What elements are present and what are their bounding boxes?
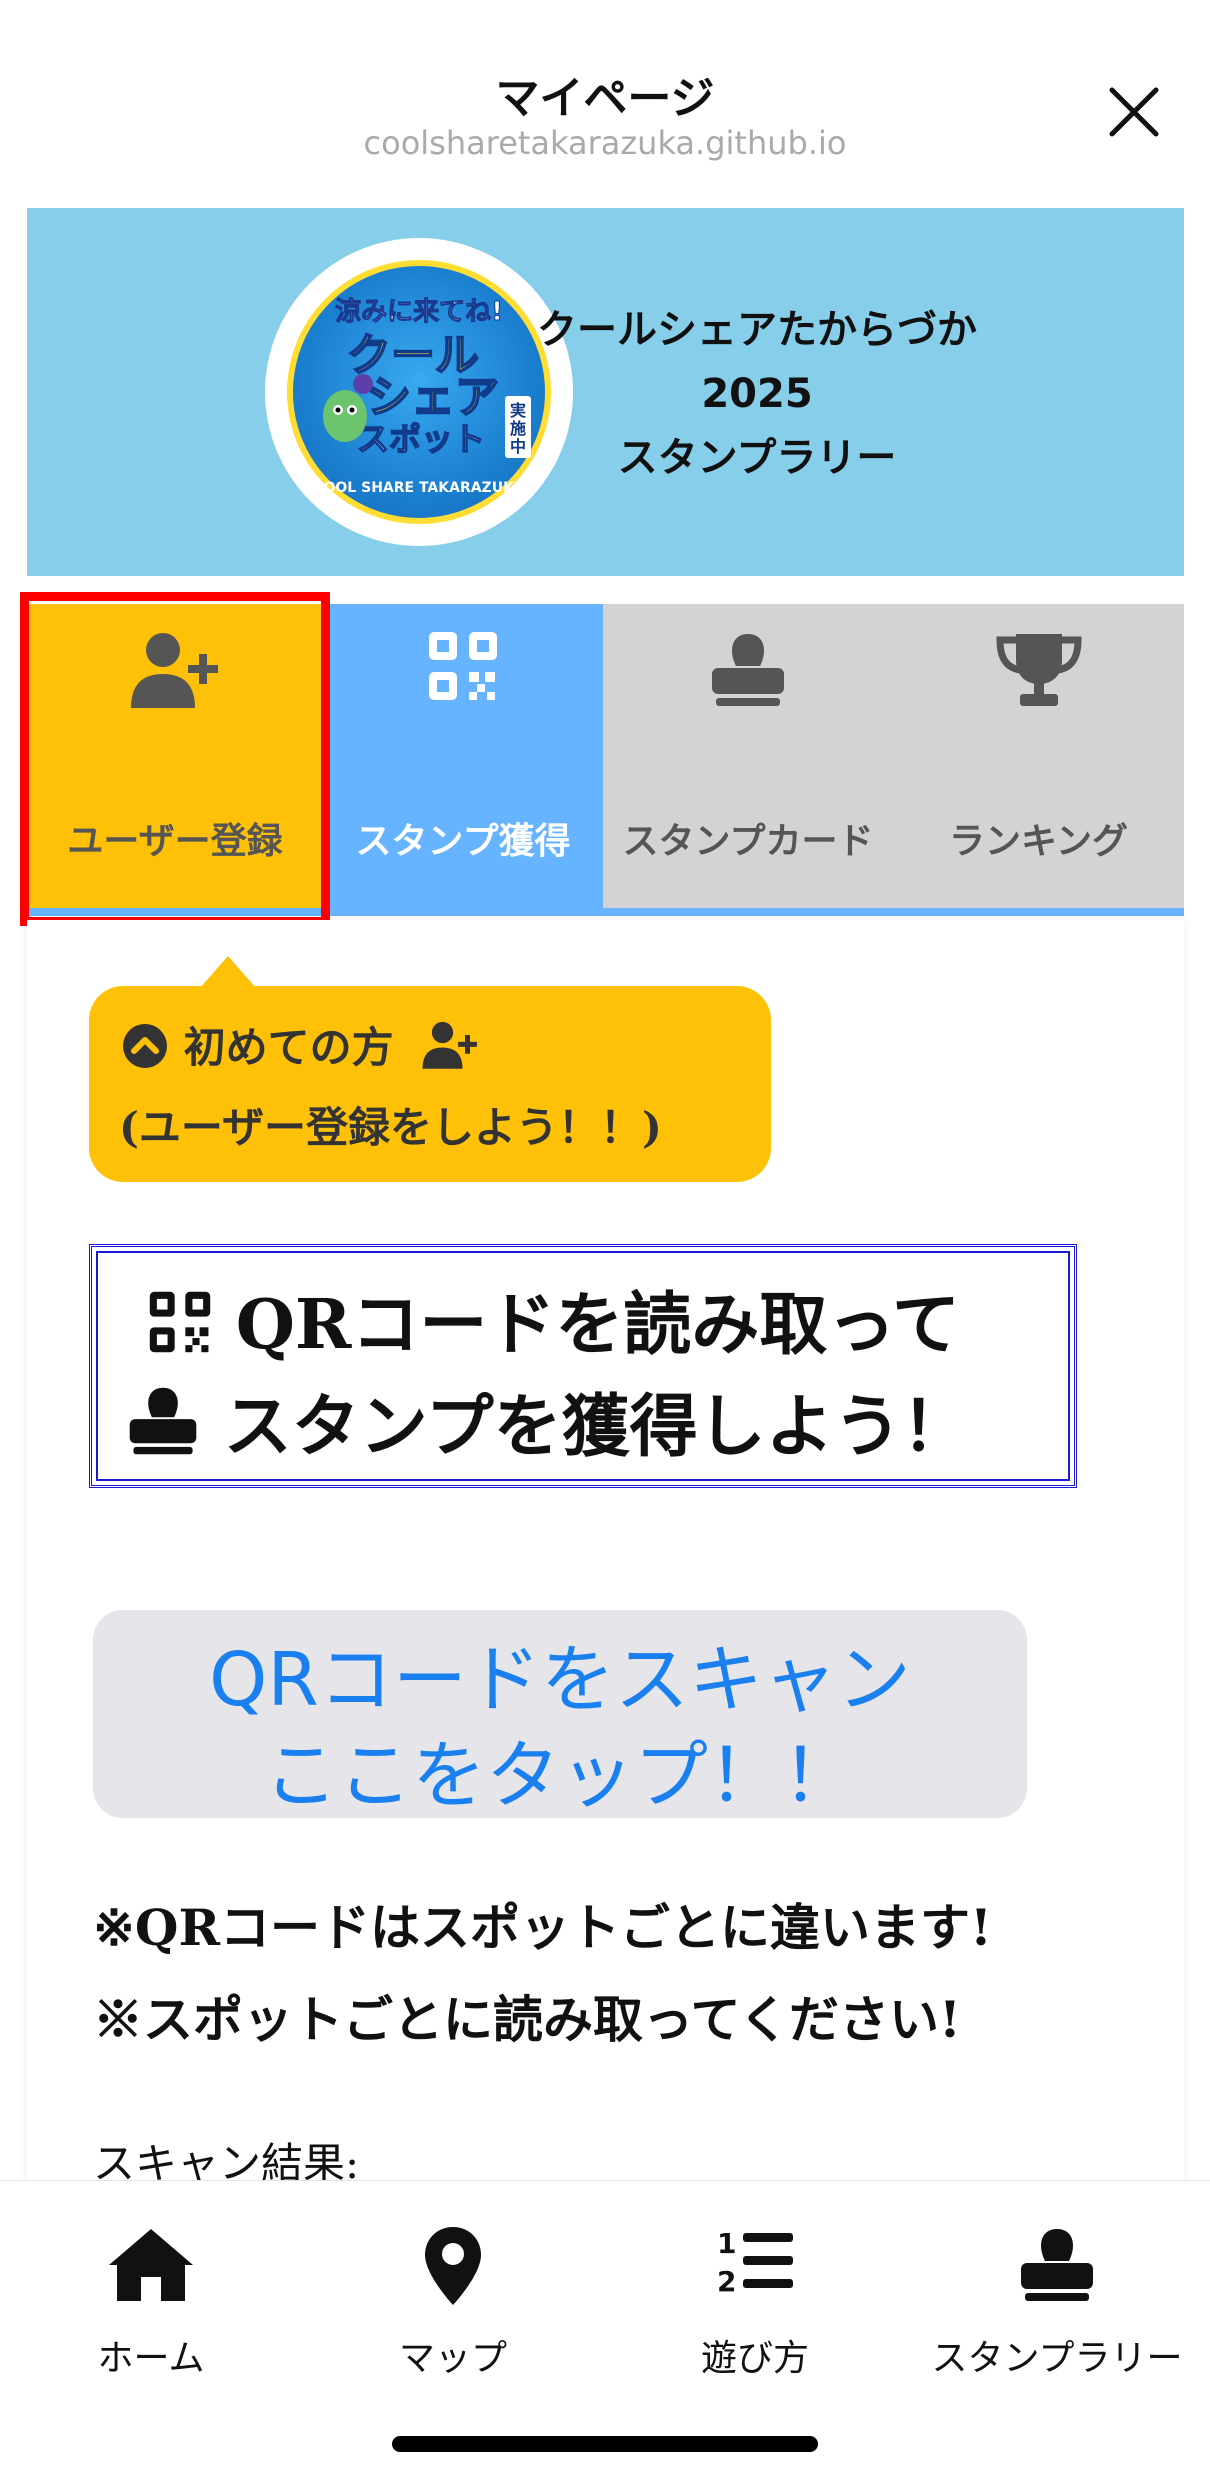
tab-bar: ユーザー登録 スタンプ獲得 スタンプカード ランキング bbox=[27, 604, 1184, 916]
banner-title-line1: クールシェアたからづか bbox=[537, 307, 977, 353]
trophy-icon bbox=[994, 630, 1084, 714]
chevron-up-circle-icon bbox=[123, 1024, 167, 1068]
tab-ranking[interactable]: ランキング bbox=[893, 604, 1184, 908]
scan-button-line2: ここをタップ！！ bbox=[264, 1733, 856, 1819]
scan-button-line1: QRコードをスキャン bbox=[209, 1637, 911, 1723]
note-line1: ※QRコードはスポットごとに違います! bbox=[93, 1898, 992, 1957]
nav-how-to-play[interactable]: 1 2 遊び方 bbox=[604, 2181, 906, 2431]
banner-title: クールシェアたからづか 2025 スタンプラリー bbox=[537, 298, 977, 490]
tab-label: ランキング bbox=[949, 820, 1128, 862]
tab-label: スタンプカード bbox=[622, 820, 874, 862]
numbered-list-icon: 1 2 bbox=[715, 2225, 795, 2301]
instruction-text1: QRコードを読み取って bbox=[235, 1285, 961, 1365]
instruction-box: QRコードを読み取って スタンプを獲得しよう！ bbox=[89, 1244, 1077, 1488]
qrcode-icon bbox=[149, 1291, 211, 1353]
instruction-line2: スタンプを獲得しよう！ bbox=[126, 1371, 970, 1470]
home-icon bbox=[105, 2225, 197, 2309]
svg-text:中: 中 bbox=[510, 437, 526, 456]
home-indicator bbox=[392, 2436, 818, 2452]
stamp-icon bbox=[1017, 2225, 1097, 2309]
map-pin-icon bbox=[423, 2225, 483, 2311]
nav-map[interactable]: マップ bbox=[302, 2181, 604, 2431]
svg-text:涼みに来てね!: 涼みに来てね! bbox=[335, 297, 503, 327]
tab-label: ユーザー登録 bbox=[67, 820, 283, 862]
banner: 涼みに来てね! クール シェア スポット 実 施 中 COOL SHARE TA… bbox=[27, 208, 1184, 576]
svg-text:シェア: シェア bbox=[367, 372, 499, 423]
tab-stamp-card[interactable]: スタンプカード bbox=[603, 604, 893, 908]
tip-line2: (ユーザー登録をしよう！！) bbox=[119, 1103, 662, 1152]
user-plus-icon bbox=[125, 630, 225, 714]
logo-artwork: 涼みに来てね! クール シェア スポット 実 施 中 COOL SHARE TA… bbox=[313, 297, 531, 496]
tip-first-time-text: 初めての方 bbox=[183, 1023, 394, 1072]
bottom-navigation: ホーム マップ 1 2 遊び方 スタンプラリー bbox=[0, 2180, 1210, 2430]
svg-text:1: 1 bbox=[717, 2227, 736, 2260]
nav-label: 遊び方 bbox=[700, 2338, 809, 2379]
cool-share-logo: 涼みに来てね! クール シェア スポット 実 施 中 COOL SHARE TA… bbox=[265, 238, 573, 546]
nav-label: ホーム bbox=[97, 2338, 205, 2379]
user-plus-icon bbox=[422, 1021, 478, 1069]
tab-label: スタンプ獲得 bbox=[355, 820, 571, 862]
stamp-icon bbox=[708, 630, 788, 714]
page-url: coolsharetakarazuka.github.io bbox=[363, 124, 847, 162]
svg-text:施: 施 bbox=[510, 419, 526, 438]
nav-stamp-rally[interactable]: スタンプラリー bbox=[906, 2181, 1208, 2431]
page-title: マイページ bbox=[495, 73, 715, 124]
note-line2: ※スポットごとに読み取ってください! bbox=[93, 1990, 961, 2049]
svg-text:COOL SHARE TAKARAZUKA: COOL SHARE TAKARAZUKA bbox=[313, 480, 525, 496]
first-time-tip[interactable]: 初めての方 (ユーザー登録をしよう！！) bbox=[89, 986, 771, 1182]
svg-text:スポット: スポット bbox=[357, 420, 485, 458]
tab-user-registration[interactable]: ユーザー登録 bbox=[27, 604, 323, 908]
nav-label: マップ bbox=[398, 2338, 507, 2379]
banner-title-line3: スタンプラリー bbox=[617, 435, 897, 481]
scan-qr-button[interactable]: QRコードをスキャン ここをタップ！！ bbox=[93, 1610, 1027, 1819]
instruction-text2: スタンプを獲得しよう！ bbox=[223, 1387, 970, 1467]
banner-title-line2: 2025 bbox=[701, 371, 813, 417]
instruction-line1: QRコードを読み取って bbox=[148, 1269, 960, 1368]
close-icon[interactable] bbox=[1106, 84, 1162, 140]
svg-text:実: 実 bbox=[510, 401, 526, 420]
page-header: マイページ coolsharetakarazuka.github.io bbox=[0, 0, 1210, 200]
tab-get-stamp[interactable]: スタンプ獲得 bbox=[323, 604, 603, 908]
nav-home[interactable]: ホーム bbox=[0, 2181, 302, 2431]
tooltip-arrow bbox=[200, 956, 256, 988]
svg-text:2: 2 bbox=[717, 2265, 736, 2297]
nav-label: スタンプラリー bbox=[931, 2338, 1183, 2379]
qrcode-icon bbox=[427, 630, 499, 706]
stamp-icon bbox=[129, 1387, 197, 1455]
tip-line1: 初めての方 bbox=[121, 1014, 482, 1075]
